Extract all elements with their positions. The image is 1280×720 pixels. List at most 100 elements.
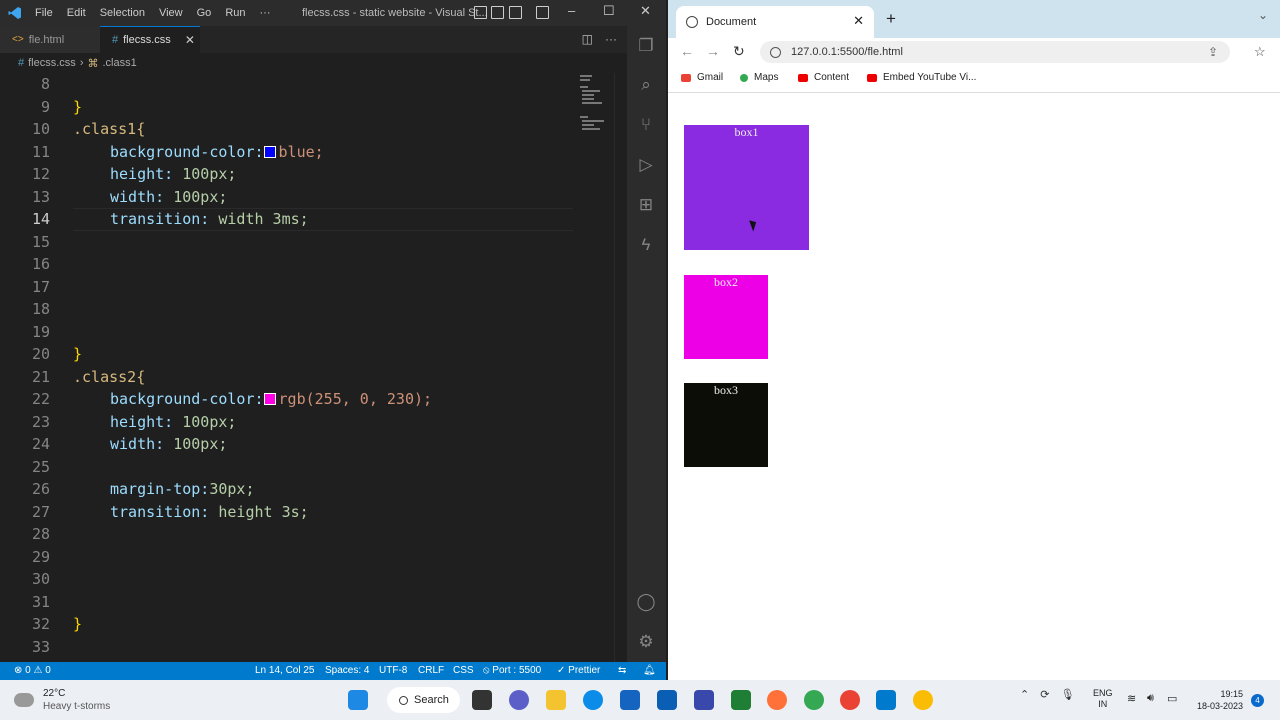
close-tab-icon[interactable]: ✕ xyxy=(853,13,864,29)
chevron-up-icon[interactable]: ⌃ xyxy=(1020,689,1029,701)
extensions-icon[interactable]: ⊞ xyxy=(636,195,656,215)
firefox-icon[interactable] xyxy=(767,690,787,710)
split-editor-icon[interactable]: ◫ xyxy=(582,32,593,46)
explorer-icon[interactable]: ❐ xyxy=(636,36,656,56)
code-line[interactable]: 27 transition: height 3s; xyxy=(0,501,575,524)
taskbar-search-button[interactable]: Search xyxy=(387,687,460,713)
live-share-icon[interactable]: ϟ xyxy=(636,235,656,255)
vertical-scrollbar[interactable] xyxy=(614,73,627,662)
prettier-status[interactable]: ✓ Prettier xyxy=(557,665,600,676)
code-line[interactable]: 24 width: 100px; xyxy=(0,433,575,456)
run-debug-icon[interactable]: ▷ xyxy=(636,155,656,175)
volume-icon[interactable]: 🔊︎ xyxy=(1147,692,1154,705)
code-line[interactable]: 29 xyxy=(0,546,575,569)
share-icon[interactable]: ⇪ xyxy=(1208,45,1218,59)
code-line[interactable]: 15 xyxy=(0,231,575,254)
sync-icon[interactable]: ⟳ xyxy=(1040,689,1049,701)
battery-icon[interactable]: ▭ xyxy=(1167,692,1177,705)
menu-edit[interactable]: Edit xyxy=(67,7,86,19)
reload-icon[interactable]: ↻ xyxy=(733,43,745,60)
encoding-setting[interactable]: UTF-8 xyxy=(379,665,407,676)
notification-badge[interactable]: 4 xyxy=(1251,694,1264,707)
tab-fle-html[interactable]: <> fle.html xyxy=(0,26,100,53)
breadcrumb-symbol[interactable]: .class1 xyxy=(102,57,136,69)
problems-indicator[interactable]: ⊗ 0 ⚠ 0 xyxy=(14,665,51,676)
bookmark-star-icon[interactable]: ☆ xyxy=(1254,44,1266,60)
search-icon[interactable]: ⌕ xyxy=(636,75,656,95)
xbox-icon[interactable] xyxy=(731,690,751,710)
code-line[interactable]: 8 xyxy=(0,73,575,96)
bookmark-maps[interactable]: Maps xyxy=(740,72,778,83)
code-line[interactable]: 20} xyxy=(0,343,575,366)
toggle-panel-icon[interactable] xyxy=(491,6,504,19)
toggle-sidebar-icon[interactable] xyxy=(474,6,487,19)
minimize-icon[interactable]: – xyxy=(568,3,575,18)
vmware-icon[interactable] xyxy=(694,690,714,710)
microphone-icon[interactable]: 🎙︎ xyxy=(1061,689,1075,701)
feedback-icon[interactable]: ⇆ xyxy=(618,665,626,676)
tab-flecss-css[interactable]: # flecss.css ✕ xyxy=(100,26,200,53)
toggle-secondary-sidebar-icon[interactable] xyxy=(509,6,522,19)
code-line[interactable]: 25 xyxy=(0,456,575,479)
chat-icon[interactable] xyxy=(509,690,529,710)
store-icon[interactable] xyxy=(657,690,677,710)
code-line[interactable]: 14 transition: width 3ms; xyxy=(0,208,575,231)
bookmark-embed-youtube[interactable]: Embed YouTube Vi... xyxy=(867,72,976,83)
minimap[interactable] xyxy=(578,73,618,133)
code-line[interactable]: 12 height: 100px; xyxy=(0,163,575,186)
chrome-canary-icon[interactable] xyxy=(913,690,933,710)
back-icon[interactable]: ← xyxy=(680,43,694,59)
task-view-icon[interactable] xyxy=(472,690,492,710)
language-mode[interactable]: CSS xyxy=(453,665,474,676)
mail-icon[interactable] xyxy=(620,690,640,710)
code-line[interactable]: 19 xyxy=(0,321,575,344)
menu-view[interactable]: View xyxy=(159,7,183,19)
code-line[interactable]: 18 xyxy=(0,298,575,321)
chrome-icon[interactable] xyxy=(804,690,824,710)
box1[interactable]: box1 xyxy=(684,125,809,250)
color-swatch-icon[interactable] xyxy=(263,145,276,158)
box2[interactable]: box2 xyxy=(684,275,768,359)
code-line[interactable]: 26 margin-top:30px; xyxy=(0,478,575,501)
code-line[interactable]: 31 xyxy=(0,591,575,614)
bookmark-gmail[interactable]: Gmail xyxy=(681,72,723,83)
chevron-down-icon[interactable]: ⌄ xyxy=(1258,8,1268,22)
code-line[interactable]: 16 xyxy=(0,253,575,276)
breadcrumb-file[interactable]: flecss.css xyxy=(28,57,76,69)
file-explorer-icon[interactable] xyxy=(546,690,566,710)
close-window-icon[interactable]: ✕ xyxy=(640,3,651,19)
bookmark-content[interactable]: Content xyxy=(798,72,849,83)
code-line[interactable]: 10 .class1{ xyxy=(0,118,575,141)
code-line[interactable]: 23 height: 100px; xyxy=(0,411,575,434)
source-control-icon[interactable]: ⑂ xyxy=(636,115,656,135)
clock[interactable]: 19:15 18-03-2023 xyxy=(1193,688,1243,712)
box3[interactable]: box3 xyxy=(684,383,768,467)
menu-selection[interactable]: Selection xyxy=(100,7,145,19)
code-line[interactable]: 9} xyxy=(0,96,575,119)
edge-icon[interactable] xyxy=(583,690,603,710)
menu-file[interactable]: File xyxy=(35,7,53,19)
menu-more[interactable]: ··· xyxy=(260,7,271,19)
settings-gear-icon[interactable]: ⚙ xyxy=(636,632,656,652)
eol-setting[interactable]: CRLF xyxy=(418,665,444,676)
code-editor[interactable]: 8 9} 10 .class1{11 background-color: blue; 12 h… xyxy=(0,73,627,662)
code-line[interactable]: 32} xyxy=(0,613,575,636)
color-swatch-icon[interactable] xyxy=(263,393,276,405)
customize-layout-icon[interactable] xyxy=(536,6,549,19)
code-line[interactable]: 30 xyxy=(0,568,575,591)
menu-go[interactable]: Go xyxy=(197,7,212,19)
code-line[interactable]: 21 .class2{ xyxy=(0,366,575,389)
forward-icon[interactable]: → xyxy=(706,43,720,59)
menu-run[interactable]: Run xyxy=(225,7,245,19)
maximize-icon[interactable]: ☐ xyxy=(603,3,615,19)
code-line[interactable]: 17 xyxy=(0,276,575,299)
weather-widget[interactable]: 22°C Heavy t-storms xyxy=(14,687,110,713)
code-line[interactable]: 11 background-color: blue; xyxy=(0,141,575,164)
code-line[interactable]: 13 width: 100px; xyxy=(0,186,575,209)
more-actions-icon[interactable]: ··· xyxy=(605,32,617,46)
live-server-port[interactable]: ⦸ Port : 5500 xyxy=(483,665,541,676)
chrome-profile-icon[interactable] xyxy=(840,690,860,710)
start-icon[interactable] xyxy=(348,690,368,710)
indentation-setting[interactable]: Spaces: 4 xyxy=(325,665,369,676)
cursor-position[interactable]: Ln 14, Col 25 xyxy=(255,665,315,676)
